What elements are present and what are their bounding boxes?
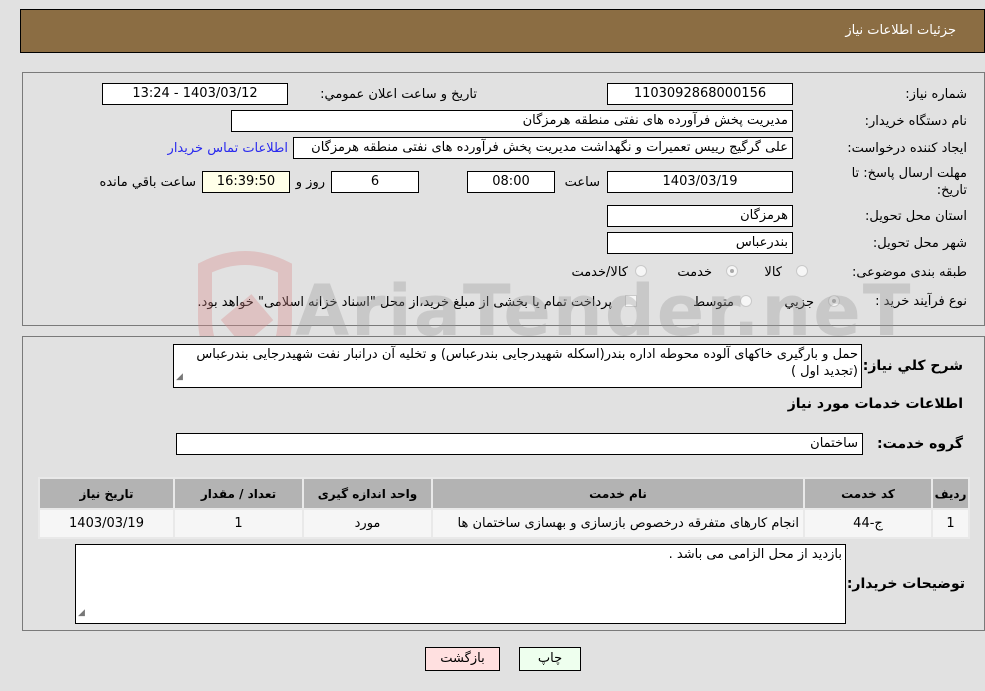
province-label: استان محل تحویل: bbox=[865, 209, 967, 224]
process-type-label: نوع فرآیند خرید : bbox=[875, 294, 967, 309]
cell-quantity: 1 bbox=[175, 510, 302, 537]
category-option-service: خدمت bbox=[677, 265, 712, 280]
col-need-date: تاریخ نیاز bbox=[40, 479, 173, 508]
category-radio-goods-service[interactable] bbox=[635, 265, 647, 277]
treasury-note: پرداخت تمام یا بخشی از مبلغ خرید،از محل … bbox=[197, 295, 612, 310]
table-row: 1 ج-44 انجام کارهای متفرقه درخصوص بازساز… bbox=[40, 510, 968, 537]
resize-grip-icon[interactable]: ◢ bbox=[176, 369, 183, 386]
col-quantity: تعداد / مقدار bbox=[175, 479, 302, 508]
remaining-time-field: 16:39:50 bbox=[202, 171, 290, 193]
announce-date-label: تاریخ و ساعت اعلان عمومي: bbox=[320, 87, 477, 102]
treasury-checkbox[interactable] bbox=[625, 295, 637, 307]
services-section-title: اطلاعات خدمات مورد نیاز bbox=[787, 396, 963, 412]
cell-service-name: انجام کارهای متفرقه درخصوص بازسازی و بهس… bbox=[433, 510, 803, 537]
days-remaining-field[interactable]: 6 bbox=[331, 171, 419, 193]
announce-date-field[interactable]: 1403/03/12 - 13:24 bbox=[102, 83, 288, 105]
process-radio-minor[interactable] bbox=[828, 295, 840, 307]
cell-unit: مورد bbox=[304, 510, 431, 537]
page-title: جزئیات اطلاعات نیاز bbox=[845, 23, 956, 38]
creator-label: ایجاد کننده درخواست: bbox=[847, 141, 967, 156]
page-header: جزئیات اطلاعات نیاز bbox=[20, 9, 985, 53]
need-number-label: شماره نیاز: bbox=[905, 87, 967, 102]
category-label: طبقه بندی موضوعی: bbox=[851, 265, 967, 280]
col-service-code: کد خدمت bbox=[805, 479, 931, 508]
col-row-number: ردیف bbox=[933, 479, 968, 508]
buyer-notes-textarea[interactable]: بازدید از محل الزامی می باشد . ◢ bbox=[75, 544, 846, 624]
process-option-minor: جزيي bbox=[784, 295, 814, 310]
process-option-medium: متوسط bbox=[693, 295, 734, 310]
deadline-time-label: ساعت bbox=[564, 175, 600, 190]
service-group-label: گروه خدمت: bbox=[877, 436, 963, 452]
buyer-notes-label: توضیحات خریدار: bbox=[846, 576, 965, 592]
creator-field[interactable]: علی گرگیج رییس تعمیرات و نگهداشت مدیریت … bbox=[293, 137, 793, 159]
category-option-goods-service: کالا/خدمت bbox=[571, 265, 628, 280]
buyer-org-label: نام دستگاه خریدار: bbox=[864, 114, 967, 129]
description-textarea[interactable]: حمل و بارگیری خاکهای آلوده محوطه اداره ب… bbox=[173, 344, 862, 388]
city-field[interactable]: بندرعباس bbox=[607, 232, 793, 254]
category-option-goods: کالا bbox=[764, 265, 782, 280]
col-service-name: نام خدمت bbox=[433, 479, 803, 508]
days-label: روز و bbox=[295, 175, 325, 190]
resize-grip-icon[interactable]: ◢ bbox=[78, 605, 85, 622]
deadline-time-field[interactable]: 08:00 bbox=[467, 171, 555, 193]
buyer-contact-link[interactable]: اطلاعات تماس خریدار bbox=[168, 141, 288, 156]
province-field[interactable]: هرمزگان bbox=[607, 205, 793, 227]
col-unit: واحد اندازه گیری bbox=[304, 479, 431, 508]
buyer-org-field[interactable]: مدیریت پخش فرآورده های نفتی منطقه هرمزگا… bbox=[231, 110, 793, 132]
service-group-field[interactable]: ساختمان bbox=[176, 433, 863, 455]
back-button[interactable]: بازگشت bbox=[425, 647, 500, 671]
cell-row-number: 1 bbox=[933, 510, 968, 537]
services-table: ردیف کد خدمت نام خدمت واحد اندازه گیری ت… bbox=[38, 477, 970, 539]
deadline-label: مهلت ارسال پاسخ: تا تاریخ: bbox=[851, 166, 967, 198]
deadline-date-field[interactable]: 1403/03/19 bbox=[607, 171, 793, 193]
remaining-time-label: ساعت باقي مانده bbox=[99, 175, 196, 190]
category-radio-goods[interactable] bbox=[796, 265, 808, 277]
city-label: شهر محل تحویل: bbox=[872, 236, 967, 251]
description-text: حمل و بارگیری خاکهای آلوده محوطه اداره ب… bbox=[196, 347, 858, 379]
buyer-notes-text: بازدید از محل الزامی می باشد . bbox=[668, 547, 842, 562]
print-button[interactable]: چاپ bbox=[519, 647, 581, 671]
cell-need-date: 1403/03/19 bbox=[40, 510, 173, 537]
process-radio-medium[interactable] bbox=[740, 295, 752, 307]
table-header-row: ردیف کد خدمت نام خدمت واحد اندازه گیری ت… bbox=[40, 479, 968, 508]
description-label: شرح کلي نیاز: bbox=[862, 358, 963, 374]
cell-service-code: ج-44 bbox=[805, 510, 931, 537]
category-radio-service[interactable] bbox=[726, 265, 738, 277]
need-number-field[interactable]: 1103092868000156 bbox=[607, 83, 793, 105]
